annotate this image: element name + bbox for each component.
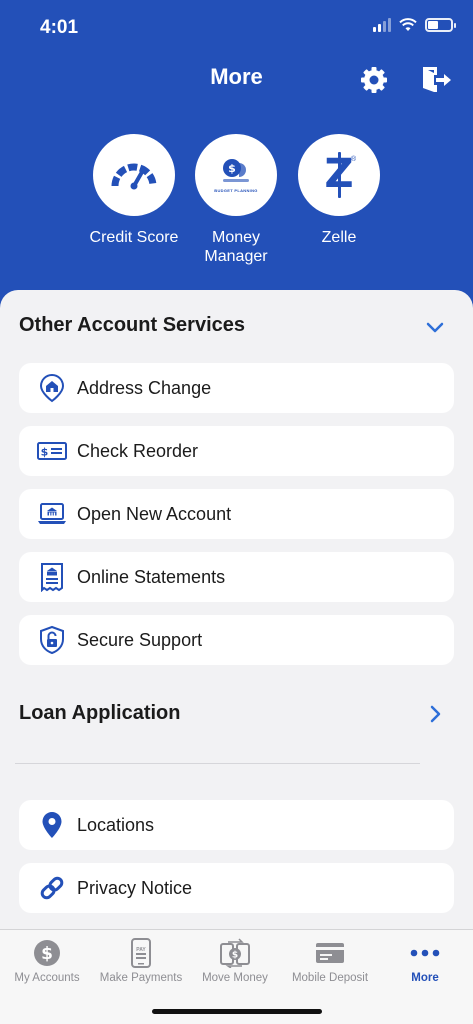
tab-more-label: More (411, 972, 439, 984)
money-manager-shortcut[interactable]: $ BUDGET PLANNING Money Manager (186, 134, 286, 266)
page-title: More (210, 64, 263, 89)
tab-move-money-label: Move Money (202, 972, 268, 984)
credit-score-circle (93, 134, 175, 216)
locations-item[interactable]: Locations (19, 800, 454, 850)
tab-my-accounts[interactable]: $ My Accounts (0, 938, 94, 984)
secure-support-label: Secure Support (77, 629, 203, 650)
zelle-circle: Z ® (298, 134, 380, 216)
tab-move-money[interactable]: $ Move Money (188, 938, 282, 984)
credit-score-label: Credit Score (89, 229, 179, 246)
logout-button[interactable] (419, 63, 453, 97)
loan-application-title: Loan Application (19, 702, 181, 724)
credit-score-shortcut[interactable]: Credit Score (84, 134, 184, 247)
registered-mark-icon: ® (351, 156, 357, 163)
budget-planning-text: BUDGET PLANNING (214, 188, 258, 193)
speedometer-icon (111, 163, 157, 190)
wifi-icon (399, 18, 417, 31)
more-dots-icon (410, 949, 440, 957)
gear-icon (361, 67, 387, 93)
tab-more[interactable]: More (378, 938, 472, 984)
status-time: 4:01 (40, 17, 79, 38)
privacy-notice-item[interactable]: Privacy Notice (19, 863, 454, 913)
tab-mobile-deposit[interactable]: Mobile Deposit (283, 938, 377, 984)
money-manager-label: Money Manager (204, 229, 268, 265)
dollar-coin-icon: $ (34, 940, 60, 966)
other-services-title: Other Account Services (19, 314, 246, 336)
privacy-notice-label: Privacy Notice (77, 877, 193, 898)
zelle-vertical-bar (338, 152, 341, 198)
svg-text:$: $ (232, 951, 238, 961)
header: 4:01 More Credit Score $ BUDGET PLANNING… (0, 0, 473, 310)
collapse-other-services-button[interactable] (425, 317, 445, 337)
loan-application-button[interactable] (426, 704, 446, 724)
home-indicator[interactable] (152, 1009, 322, 1014)
address-change-item[interactable]: Address Change (19, 363, 454, 413)
chevron-right-icon (430, 705, 441, 723)
money-manager-circle: $ BUDGET PLANNING (195, 134, 277, 216)
secure-support-item[interactable]: Secure Support (19, 615, 454, 665)
online-statements-item[interactable]: Online Statements (19, 552, 454, 602)
locations-label: Locations (77, 814, 155, 835)
house-pin-icon (35, 371, 69, 405)
open-new-account-item[interactable]: Open New Account (19, 489, 454, 539)
online-statements-label: Online Statements (77, 566, 226, 587)
cellular-signal-icon (373, 18, 391, 32)
exit-door-icon (423, 67, 451, 92)
chevron-down-icon (426, 322, 444, 333)
open-new-account-label: Open New Account (77, 503, 232, 524)
transfer-icon: $ (220, 938, 250, 968)
tab-make-payments-label: Make Payments (99, 972, 183, 984)
check-deposit-icon (316, 943, 344, 963)
location-pin-icon (35, 808, 69, 842)
settings-button[interactable] (358, 64, 390, 96)
zelle-shortcut[interactable]: Z ® Zelle (289, 134, 389, 247)
svg-text:$: $ (41, 446, 49, 459)
check-reorder-label: Check Reorder (77, 440, 199, 461)
pay-text: PAY (136, 947, 146, 953)
tab-mobile-deposit-label: Mobile Deposit (291, 972, 369, 984)
check-icon: $ (35, 434, 69, 468)
svg-text:$: $ (228, 162, 236, 175)
check-reorder-item[interactable]: $ Check Reorder (19, 426, 454, 476)
laptop-bank-icon (35, 497, 69, 531)
svg-text:$: $ (41, 944, 53, 964)
budget-planning-icon: $ (223, 159, 249, 182)
section-divider (15, 763, 420, 764)
more-content-panel: Other Account Services Address Change $ … (0, 290, 473, 930)
statement-icon (35, 560, 69, 594)
address-change-label: Address Change (77, 377, 212, 398)
tab-my-accounts-label: My Accounts (14, 972, 80, 984)
shield-lock-icon (35, 623, 69, 657)
link-icon (35, 871, 69, 905)
tab-make-payments[interactable]: PAY Make Payments (94, 938, 188, 984)
status-bar: 4:01 (0, 0, 473, 56)
zelle-label: Zelle (321, 229, 357, 246)
status-icons (373, 18, 456, 32)
phone-pay-icon (131, 938, 151, 968)
battery-icon (425, 18, 456, 32)
